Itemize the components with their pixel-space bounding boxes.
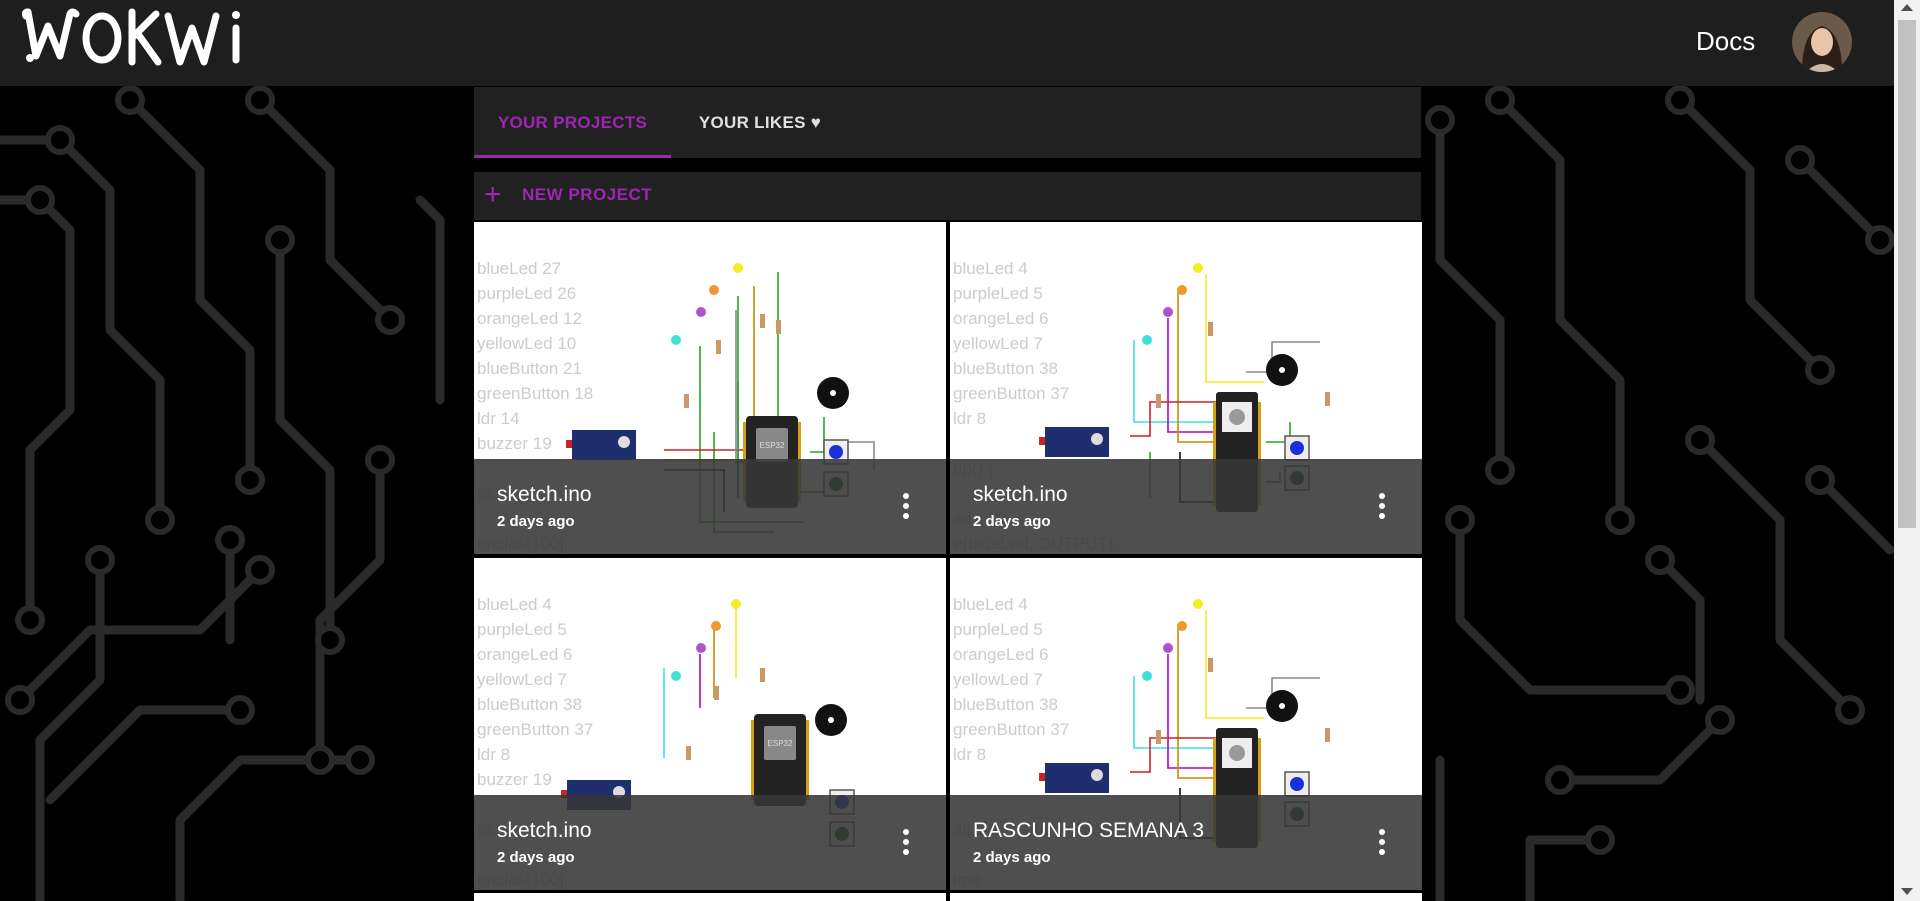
card-info-overlay: RASCUNHO SEMANA 3 2 days ago	[950, 795, 1422, 890]
card-info-overlay: sketch.ino 2 days ago	[950, 459, 1422, 554]
project-date: 2 days ago	[497, 849, 575, 866]
more-vert-icon[interactable]	[1370, 491, 1394, 521]
wokwi-logo[interactable]	[20, 6, 280, 73]
project-date: 2 days ago	[973, 513, 1051, 530]
user-avatar[interactable]	[1792, 12, 1852, 72]
tab-your-likes[interactable]: YOUR LIKES ♥	[671, 87, 849, 158]
page-scrollbar[interactable]	[1894, 0, 1920, 901]
project-title[interactable]: RASCUNHO SEMANA 3	[973, 819, 1204, 843]
project-card[interactable]: blueLed 4 purpleLed 5 orangeLed 6 yellow…	[950, 558, 1422, 890]
top-bar: Docs	[0, 0, 1894, 86]
project-date: 2 days ago	[973, 849, 1051, 866]
docs-link[interactable]: Docs	[1696, 26, 1755, 57]
project-title[interactable]: sketch.ino	[497, 483, 592, 507]
card-info-overlay: sketch.ino 2 days ago	[474, 459, 946, 554]
project-card[interactable]: blueLed 4 purpleLed 5 orangeLed 6 yellow…	[950, 222, 1422, 554]
project-tabs: YOUR PROJECTS YOUR LIKES ♥	[474, 87, 1421, 158]
project-card-partial[interactable]	[474, 893, 946, 901]
project-card[interactable]: blueLed 27 purpleLed 26 orangeLed 12 yel…	[474, 222, 946, 554]
project-title[interactable]: sketch.ino	[973, 483, 1068, 507]
scroll-up-arrow-icon[interactable]	[1901, 4, 1913, 11]
new-project-button[interactable]: + NEW PROJECT	[474, 172, 1421, 220]
project-title[interactable]: sketch.ino	[497, 819, 592, 843]
more-vert-icon[interactable]	[894, 491, 918, 521]
tab-your-projects[interactable]: YOUR PROJECTS	[474, 87, 671, 158]
more-vert-icon[interactable]	[894, 827, 918, 857]
plus-icon: +	[484, 178, 502, 211]
card-info-overlay: sketch.ino 2 days ago	[474, 795, 946, 890]
scroll-down-arrow-icon[interactable]	[1901, 888, 1913, 895]
new-project-label: NEW PROJECT	[522, 185, 653, 204]
project-card[interactable]: blueLed 4 purpleLed 5 orangeLed 6 yellow…	[474, 558, 946, 890]
project-date: 2 days ago	[497, 513, 575, 530]
project-card-partial[interactable]	[950, 893, 1422, 901]
scrollbar-thumb[interactable]	[1898, 20, 1916, 528]
more-vert-icon[interactable]	[1370, 827, 1394, 857]
